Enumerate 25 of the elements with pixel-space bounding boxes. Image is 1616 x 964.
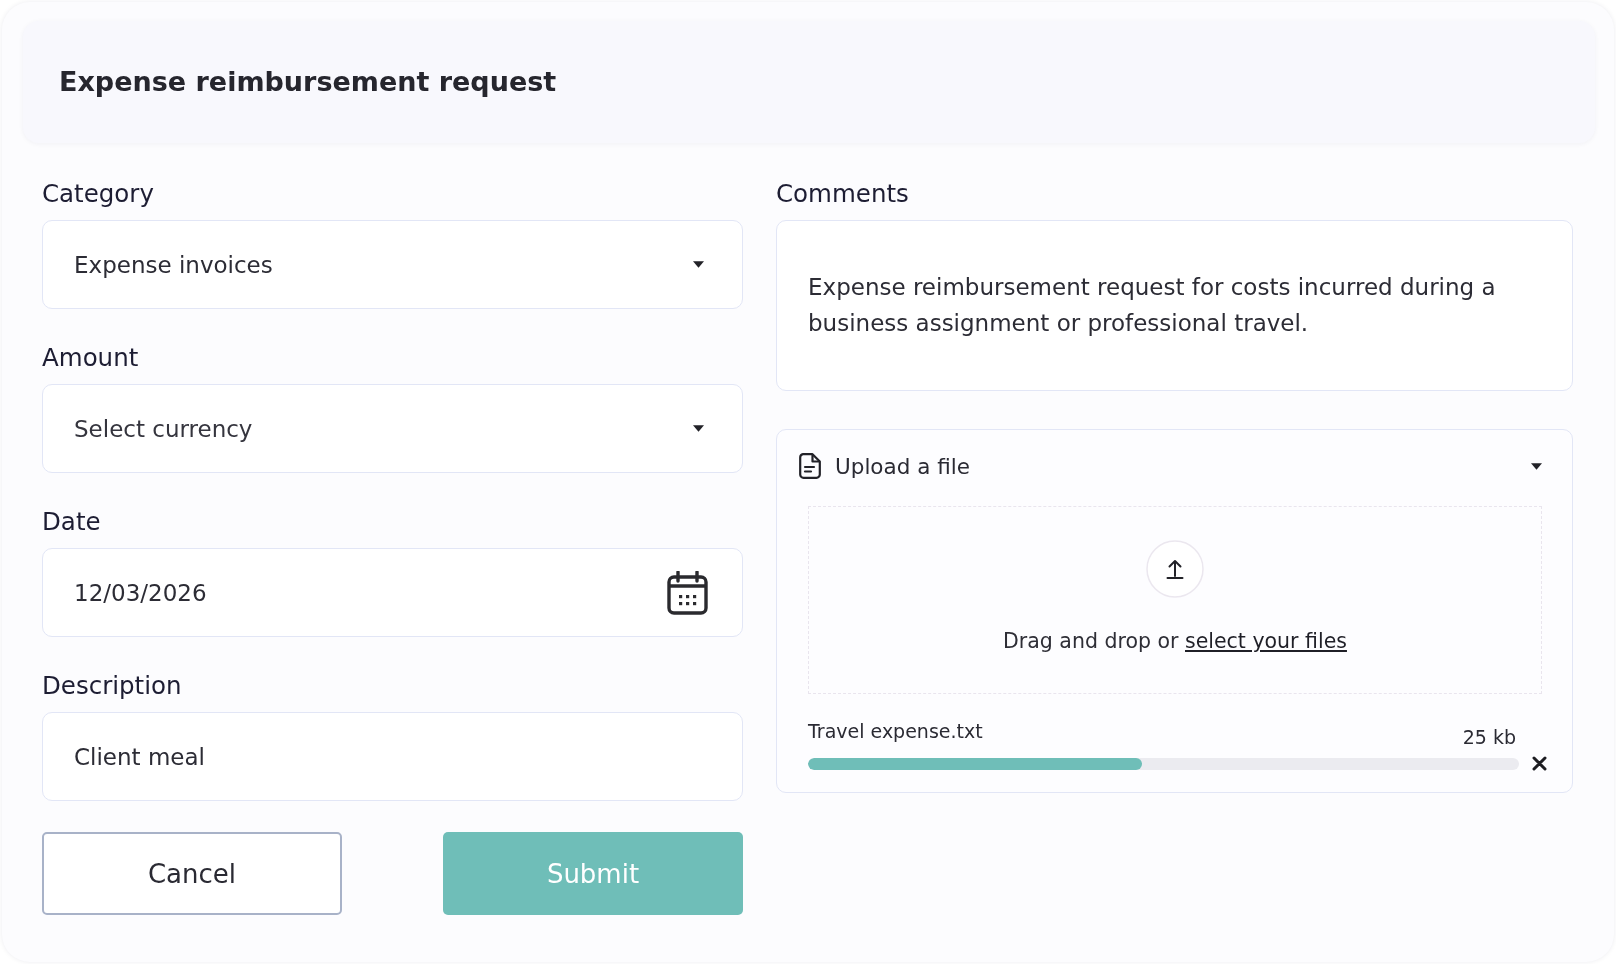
field-label: Amount [42,344,139,372]
upload-icon[interactable] [1146,540,1204,598]
select-files-link[interactable]: select your files [1185,629,1347,653]
caret-icon[interactable] [1531,462,1542,470]
calendar-icon[interactable] [667,570,708,615]
select-field[interactable]: Select currency [42,384,743,473]
text-field[interactable]: Client meal [42,712,743,801]
caret-icon [693,425,704,432]
upload-title: Upload a file [835,453,970,479]
field-label: Date [42,508,101,536]
document-icon [799,453,821,479]
select-field[interactable]: Expense invoices [42,220,743,309]
date-field[interactable]: 12/03/2026 [42,548,743,637]
field-label: Comments [776,180,909,208]
cancel-button[interactable]: Cancel [42,832,342,915]
form-title: Expense reimbursement request [59,65,557,99]
field-label: Category [42,180,154,208]
dropzone-text: Drag and drop or select your files [1003,628,1347,654]
file-name: Travel expense.txt [808,719,983,743]
drop-zone[interactable]: Drag and drop or select your files [808,506,1542,694]
comments-field[interactable]: Expense reimbursement request for costs incurred during a business assignment or professional travel. [776,220,1573,391]
close-icon[interactable] [1532,756,1547,771]
caret-icon [693,261,704,268]
field-label: Description [42,672,182,700]
file-size: 25 kb [1462,725,1516,749]
